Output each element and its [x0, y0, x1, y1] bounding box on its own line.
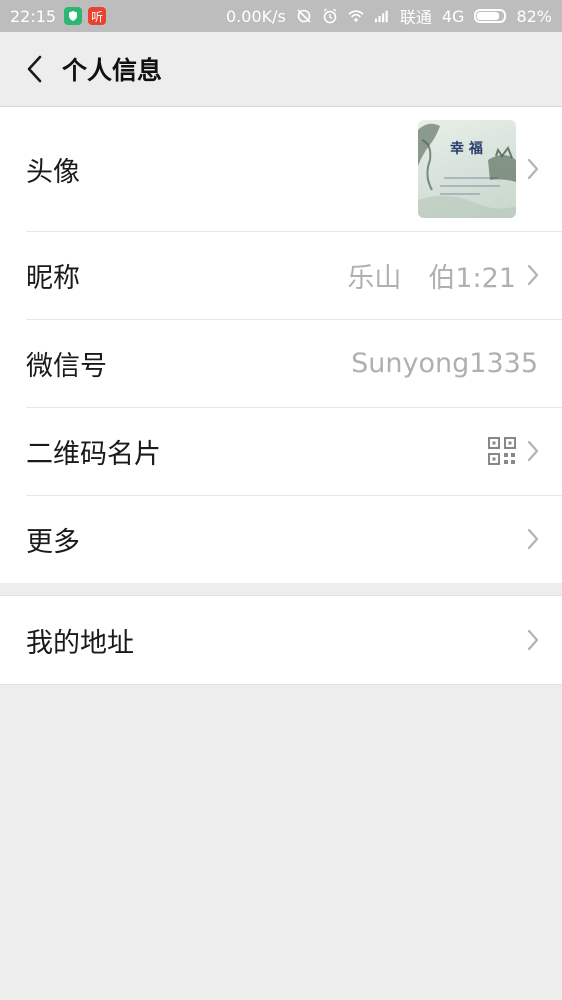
battery-icon	[474, 9, 507, 23]
nav-header: 个人信息	[0, 32, 562, 107]
wechat-id-label: 微信号	[26, 350, 107, 382]
listen-app-icon: 听	[88, 7, 107, 25]
avatar-caption: 幸 福	[450, 141, 483, 157]
wechat-id-row: 微信号 Sunyong1335	[0, 319, 562, 407]
nickname-label: 昵称	[26, 262, 80, 294]
qr-code-row[interactable]: 二维码名片	[0, 407, 562, 495]
back-chevron-icon[interactable]	[14, 49, 54, 89]
chevron-right-icon	[526, 527, 540, 551]
my-address-row[interactable]: 我的地址	[0, 596, 562, 684]
qr-code-icon	[488, 437, 516, 465]
network-type: 4G	[441, 6, 465, 26]
my-address-label: 我的地址	[26, 627, 134, 659]
avatar[interactable]: 幸 福	[418, 120, 516, 218]
carrier-name: 联通	[399, 8, 432, 27]
chevron-right-icon	[526, 157, 540, 181]
qr-code-label: 二维码名片	[26, 438, 161, 470]
status-time: 22:15	[10, 6, 57, 26]
battery-fill	[477, 12, 499, 20]
chevron-right-icon	[526, 263, 540, 287]
wifi-icon	[348, 8, 364, 24]
nickname-row[interactable]: 昵称 乐山 伯1:21	[0, 231, 562, 319]
address-list: 我的地址	[0, 595, 562, 685]
alarm-icon	[322, 8, 338, 24]
avatar-label: 头像	[26, 156, 80, 188]
more-label: 更多	[26, 526, 80, 558]
chevron-right-icon	[526, 628, 540, 652]
signal-icon	[374, 8, 390, 24]
battery-percent: 82%	[516, 6, 552, 26]
shield-app-icon	[64, 7, 83, 25]
avatar-row[interactable]: 头像 幸 福	[0, 107, 562, 231]
page-title: 个人信息	[62, 56, 163, 85]
status-bar: 22:15 听 0.00K/s 联通 4G 82%	[0, 0, 562, 32]
sync-off-icon	[296, 8, 312, 24]
chevron-right-icon	[526, 439, 540, 463]
net-speed: 0.00K/s	[226, 6, 286, 26]
more-row[interactable]: 更多	[0, 495, 562, 583]
wechat-id-value: Sunyong1335	[351, 347, 538, 379]
profile-list: 头像 幸 福 昵称 乐山 伯1:21 微信号 Sunyong1335 二维码名片…	[0, 107, 562, 583]
nickname-value: 乐山 伯1:21	[347, 262, 516, 294]
